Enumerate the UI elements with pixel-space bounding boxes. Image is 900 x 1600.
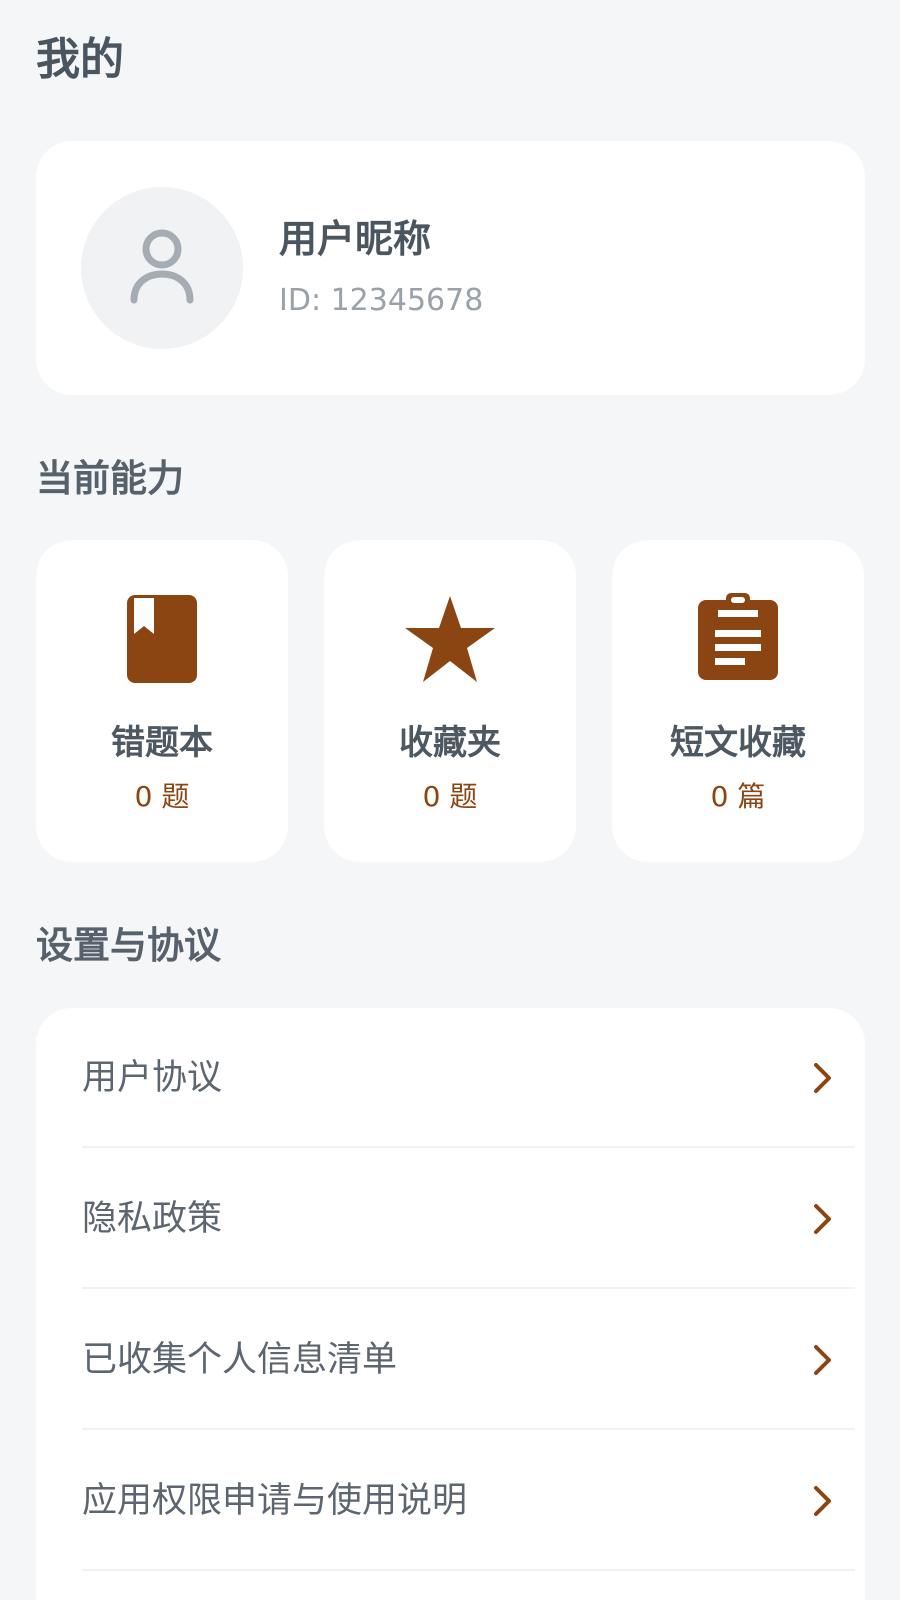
profile-page: 我的 用户昵称 ID: 12345678 当前能力 错题本 0 题 收藏夹 0 …: [0, 0, 900, 1600]
abilities-section-title: 当前能力: [36, 457, 184, 500]
ability-count: 0 篇: [710, 780, 766, 813]
user-nickname: 用户昵称: [279, 217, 432, 261]
settings-item-user-agreement[interactable]: 用户协议: [82, 1008, 855, 1149]
user-id: ID: 12345678: [279, 283, 484, 318]
settings-item-label: 应用权限申请与使用说明: [82, 1481, 468, 1521]
star-icon: [405, 596, 495, 682]
settings-item-label: 已收集个人信息清单: [82, 1340, 398, 1380]
profile-card[interactable]: 用户昵称 ID: 12345678: [36, 141, 865, 395]
page-title: 我的: [36, 34, 124, 85]
settings-item-label: 用户协议: [82, 1058, 223, 1098]
ability-label: 短文收藏: [670, 723, 806, 763]
chevron-right-icon: [814, 1204, 831, 1234]
avatar[interactable]: [81, 187, 243, 349]
settings-item-label: 隐私政策: [82, 1199, 223, 1239]
settings-item-collected-info[interactable]: 已收集个人信息清单: [82, 1290, 855, 1431]
chevron-right-icon: [814, 1345, 831, 1375]
divider: [82, 1287, 855, 1289]
settings-item-permissions[interactable]: 应用权限申请与使用说明: [82, 1431, 855, 1572]
ability-count: 0 题: [134, 780, 190, 813]
mistake-book-card[interactable]: 错题本 0 题: [36, 540, 288, 862]
article-favorites-card[interactable]: 短文收藏 0 篇: [612, 540, 864, 862]
bookmark-book-icon: [127, 595, 197, 683]
divider: [82, 1569, 855, 1571]
settings-item-privacy-policy[interactable]: 隐私政策: [82, 1149, 855, 1290]
chevron-right-icon: [814, 1486, 831, 1516]
ability-count: 0 题: [422, 780, 478, 813]
ability-label: 收藏夹: [399, 723, 501, 763]
ability-label: 错题本: [111, 723, 213, 763]
settings-section-title: 设置与协议: [36, 924, 221, 967]
chevron-right-icon: [814, 1063, 831, 1093]
clipboard-icon: [698, 593, 778, 680]
settings-list: 用户协议 隐私政策 已收集个人信息清单 应用权限申请与使用说明: [36, 1008, 865, 1600]
divider: [82, 1428, 855, 1430]
favorites-card[interactable]: 收藏夹 0 题: [324, 540, 576, 862]
divider: [82, 1146, 855, 1148]
user-icon: [130, 229, 194, 304]
